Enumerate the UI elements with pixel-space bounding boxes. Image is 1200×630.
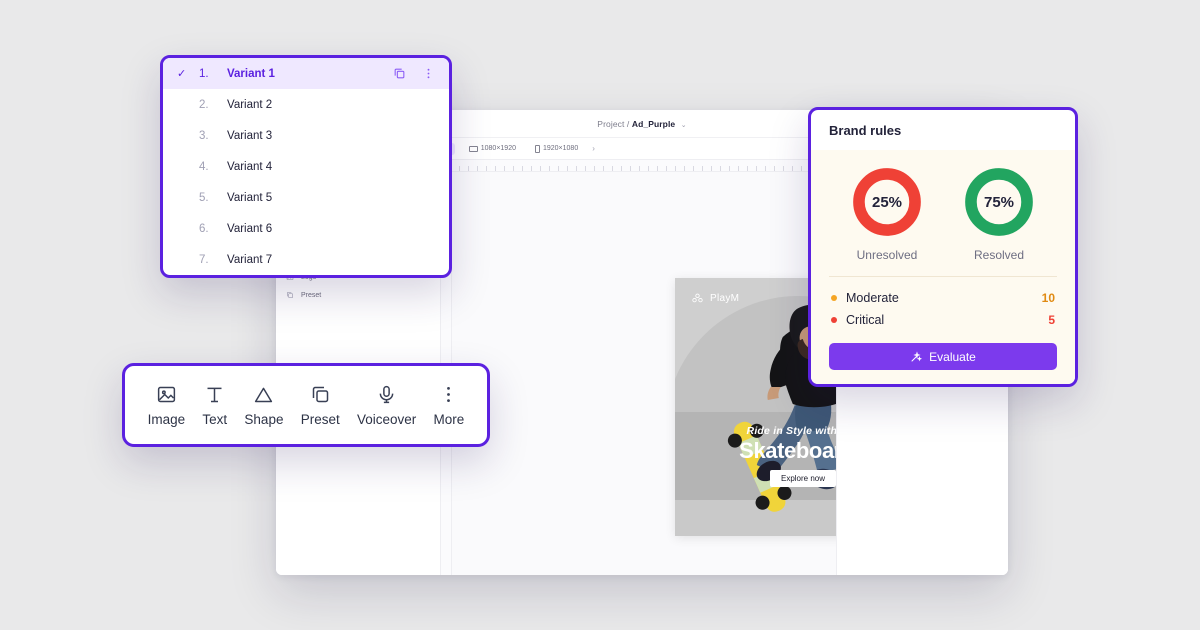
- brand-rules-body: 25% Unresolved 75% Resolved Moderate 10 …: [811, 150, 1075, 384]
- ad-brand-logo: PlayM: [691, 292, 739, 305]
- image-icon: [157, 386, 176, 402]
- variant-name: Variant 1: [227, 67, 275, 80]
- variant-row[interactable]: 7. Variant 7: [163, 244, 449, 275]
- donut-label: Resolved: [973, 248, 1025, 262]
- severity-dot-critical: [831, 317, 837, 323]
- severity-dot-moderate: [831, 295, 837, 301]
- toolbar-item-label: Text: [202, 411, 228, 427]
- layer-item[interactable]: Preset: [276, 286, 440, 304]
- toolbar-item-label: Image: [147, 411, 186, 427]
- ad-brand-name: PlayM: [710, 293, 740, 304]
- legend-label: Critical: [846, 313, 885, 327]
- legend-label: Moderate: [846, 291, 899, 305]
- preset-icon: [287, 292, 293, 298]
- variant-row[interactable]: 6. Variant 6: [163, 213, 449, 244]
- text-icon: [207, 387, 222, 402]
- evaluate-label: Evaluate: [929, 349, 976, 364]
- screenshot-stage: Project / Ad_Purple ⌄ 1/10 ‹ 300×600 108…: [0, 0, 1200, 630]
- toolbar-item-preset[interactable]: Preset: [301, 384, 340, 427]
- breadcrumb[interactable]: Project / Ad_Purple ⌄: [597, 119, 686, 129]
- toolbar-item-more[interactable]: More: [433, 384, 465, 427]
- size-option-label: 1080×1920: [480, 145, 516, 152]
- breadcrumb-project[interactable]: Ad_Purple: [632, 119, 675, 129]
- donut-ring: 75%: [961, 164, 1037, 240]
- toolbar-item-label: Shape: [244, 411, 284, 427]
- donut-value: 25%: [871, 193, 903, 211]
- variant-name: Variant 5: [227, 191, 273, 204]
- severity-legend: Moderate 10 Critical 5: [829, 277, 1057, 333]
- variant-number: 4.: [199, 160, 209, 173]
- next-size-button[interactable]: ›: [592, 144, 595, 153]
- variant-number: 3.: [199, 129, 209, 142]
- magic-wand-icon: [911, 350, 923, 361]
- toolbar-item-text[interactable]: Text: [202, 384, 227, 427]
- size-option-1080x1920[interactable]: 1080×1920: [464, 143, 521, 154]
- landscape-frame-icon: [468, 145, 478, 152]
- chevron-down-icon[interactable]: ⌄: [681, 122, 687, 129]
- donut-value: 75%: [983, 193, 1015, 211]
- size-option-label: 1920×1080: [542, 145, 579, 152]
- microphone-icon: [379, 385, 394, 403]
- variants-panel: ✓ 1. Variant 1 2. Variant 2 3. Variant 3…: [160, 55, 452, 278]
- check-icon: ✓: [177, 68, 187, 80]
- donut-ring: 25%: [849, 164, 925, 240]
- variant-name: Variant 4: [227, 160, 273, 173]
- more-vertical-icon[interactable]: [422, 67, 435, 80]
- donut-charts: 25% Unresolved 75% Resolved: [829, 164, 1057, 262]
- playm-logo-icon: [692, 293, 703, 303]
- layer-label: Preset: [301, 291, 322, 299]
- variant-name: Variant 2: [227, 98, 273, 111]
- toolbar-item-voiceover[interactable]: Voiceover: [357, 384, 416, 427]
- toolbar-item-label: More: [433, 411, 465, 427]
- variant-number: 6.: [199, 222, 209, 235]
- toolbar-item-shape[interactable]: Shape: [244, 384, 283, 427]
- variant-name: Variant 6: [227, 222, 273, 235]
- insert-toolbar: Image Text Shape Preset Voiceover More: [122, 363, 490, 447]
- toolbar-item-label: Preset: [300, 411, 340, 427]
- panel-title: Brand rules: [829, 123, 902, 138]
- evaluate-button[interactable]: Evaluate: [829, 343, 1057, 370]
- variant-number: 1.: [199, 67, 209, 80]
- portrait-frame-icon: [534, 144, 540, 153]
- variant-row[interactable]: 3. Variant 3: [163, 120, 449, 151]
- variant-number: 5.: [199, 191, 209, 204]
- variant-number: 7.: [199, 253, 209, 266]
- breadcrumb-prefix: Project /: [597, 118, 630, 129]
- duplicate-icon: [312, 386, 328, 402]
- duplicate-icon[interactable]: [393, 67, 406, 80]
- variant-row[interactable]: 4. Variant 4: [163, 151, 449, 182]
- more-vertical-icon: [447, 386, 451, 402]
- legend-row-critical: Critical 5: [829, 309, 1057, 331]
- donut-label: Unresolved: [856, 248, 918, 262]
- legend-row-moderate: Moderate 10: [829, 287, 1057, 309]
- legend-value: 10: [1041, 291, 1055, 305]
- brand-rules-panel: Brand rules 25% Unresolved 75% Resolved …: [808, 107, 1078, 387]
- toolbar-item-image[interactable]: Image: [147, 384, 186, 427]
- size-option-1920x1080[interactable]: 1920×1080: [530, 143, 583, 155]
- legend-value: 5: [1048, 313, 1055, 327]
- variant-number: 2.: [199, 98, 209, 111]
- donut-unresolved: 25% Unresolved: [849, 164, 925, 262]
- variant-name: Variant 3: [227, 129, 273, 142]
- variant-name: Variant 7: [227, 253, 273, 266]
- triangle-shape-icon: [255, 387, 273, 402]
- ad-cta-button[interactable]: Explore now: [769, 470, 837, 488]
- variant-row[interactable]: 2. Variant 2: [163, 89, 449, 120]
- variant-row[interactable]: 5. Variant 5: [163, 182, 449, 213]
- donut-resolved: 75% Resolved: [961, 164, 1037, 262]
- variant-row[interactable]: ✓ 1. Variant 1: [163, 58, 449, 89]
- toolbar-item-label: Voiceover: [357, 411, 417, 427]
